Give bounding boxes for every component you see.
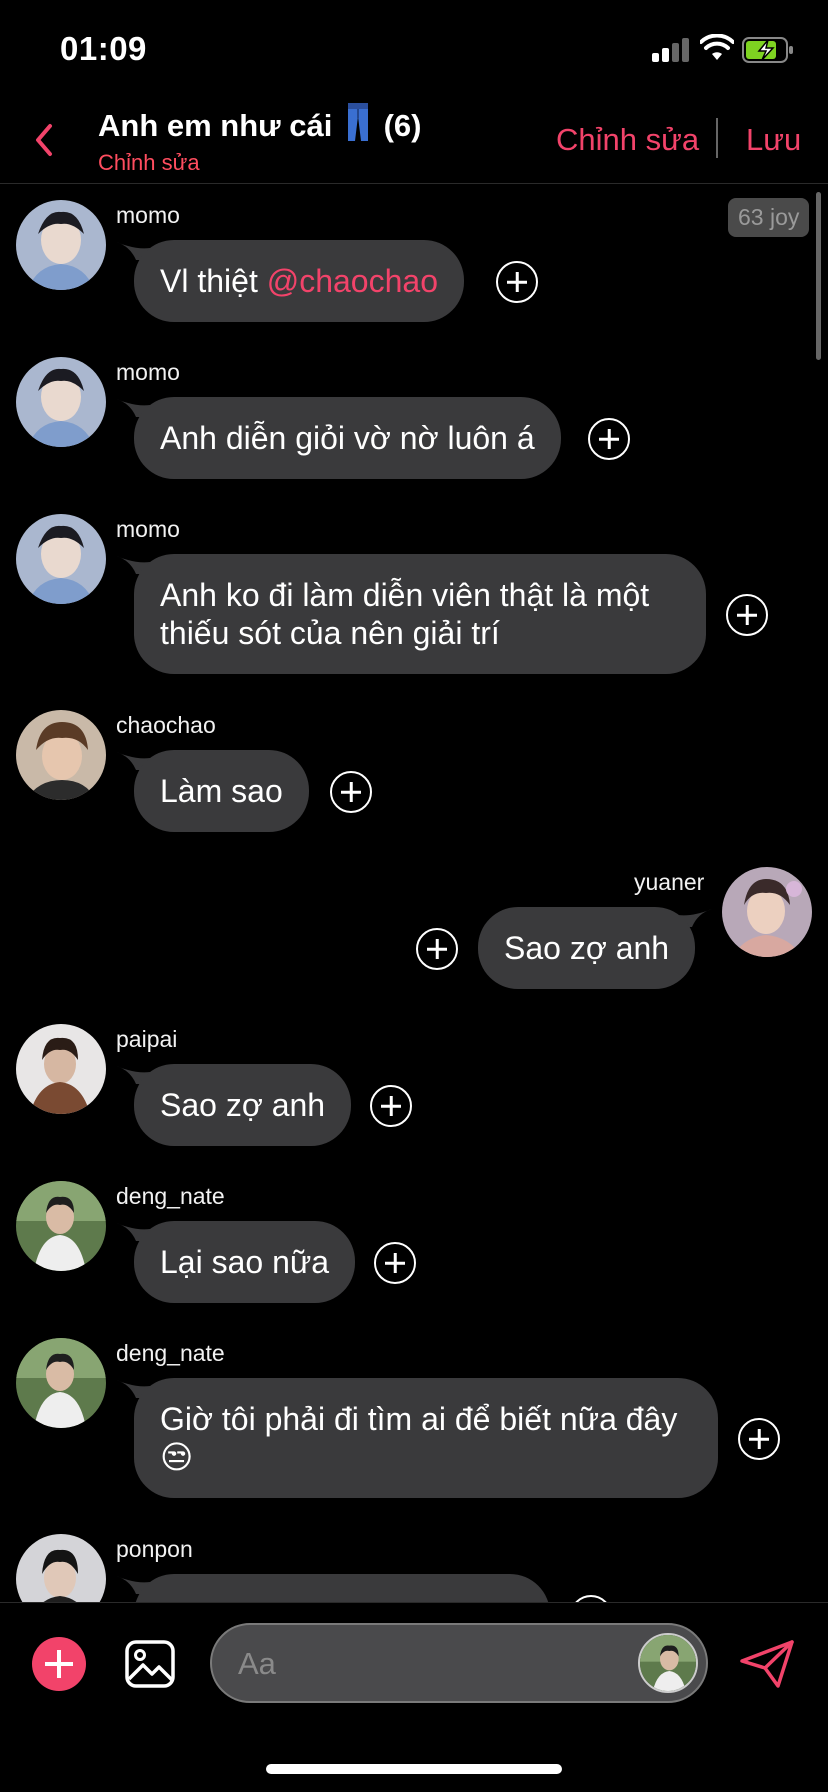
sender-name: deng_nate <box>116 1183 225 1209</box>
avatar[interactable] <box>16 1181 106 1271</box>
message-bubble[interactable]: Giờ tôi phải đi tìm ai để biết nữa đây 😒 <box>134 1378 718 1498</box>
avatar[interactable] <box>722 867 812 957</box>
add-reaction-button[interactable] <box>726 594 768 636</box>
message-text: Lại sao nữa <box>160 1244 330 1280</box>
message-input-wrapper <box>210 1623 708 1703</box>
message-bubble[interactable] <box>134 1574 550 1602</box>
message-text-line: Giờ tôi phải đi tìm ai để biết nữa đây <box>160 1401 678 1437</box>
message-bubble[interactable]: Anh ko đi làm diễn viên thật là một thiế… <box>134 554 706 674</box>
save-button[interactable]: Lưu <box>746 122 801 158</box>
jeans-icon <box>347 103 368 141</box>
edit-button[interactable]: Chỉnh sửa <box>556 122 699 158</box>
sender-name: deng_nate <box>116 1340 225 1366</box>
add-reaction-button[interactable] <box>496 261 538 303</box>
image-icon[interactable] <box>124 1639 176 1689</box>
message-text-line: thiếu sót của nên giải trí <box>160 615 500 651</box>
message-bubble[interactable]: Làm sao <box>134 750 309 832</box>
message-bubble[interactable]: Lại sao nữa <box>134 1221 356 1303</box>
status-bar: 01:09 <box>0 0 828 96</box>
avatar[interactable] <box>16 200 106 290</box>
add-reaction-button[interactable] <box>416 928 458 970</box>
chat-subtitle[interactable]: Chỉnh sửa <box>98 150 200 176</box>
message-text: Sao zợ anh <box>160 1087 326 1123</box>
chat-title: Anh em như cái (6) <box>98 102 421 144</box>
wifi-icon <box>700 34 734 60</box>
message-text: Anh diễn giỏi vờ nờ luôn á <box>160 420 535 456</box>
home-indicator <box>266 1764 562 1774</box>
add-reaction-button[interactable] <box>570 1595 612 1602</box>
message-text: Vl thiệt <box>160 263 267 299</box>
chat-screen: 01:09 Anh em như cái (6) Chỉnh sửa Chỉnh… <box>0 0 828 1792</box>
sender-name: momo <box>116 359 180 385</box>
chat-header: Anh em như cái (6) Chỉnh sửa Chỉnh sửa L… <box>0 96 828 184</box>
add-reaction-button[interactable] <box>588 418 630 460</box>
send-icon[interactable] <box>738 1639 796 1689</box>
sender-name: momo <box>116 202 180 228</box>
message-bubble[interactable]: Vl thiệt @chaochao <box>134 240 464 322</box>
scrollbar[interactable] <box>816 192 821 360</box>
message-text: Sao zợ anh <box>504 930 670 966</box>
sender-name: paipai <box>116 1026 178 1052</box>
message-input[interactable] <box>238 1639 618 1689</box>
status-time: 01:09 <box>60 30 147 67</box>
add-attachment-button[interactable] <box>32 1637 86 1691</box>
add-reaction-button[interactable] <box>738 1418 780 1460</box>
message-text: Làm sao <box>160 773 283 809</box>
cellular-signal-icon <box>652 38 690 62</box>
message-text-line: Anh ko đi làm diễn viên thật là một <box>160 577 650 613</box>
message-bubble[interactable]: Anh diễn giỏi vờ nờ luôn á <box>134 397 561 479</box>
add-reaction-button[interactable] <box>370 1085 412 1127</box>
message-composer <box>0 1602 828 1722</box>
sender-name: ponpon <box>116 1536 193 1562</box>
joy-badge: 63 joy <box>728 198 810 237</box>
back-chevron-icon[interactable] <box>22 112 66 168</box>
message-bubble[interactable]: Sao zợ anh <box>134 1064 352 1146</box>
add-reaction-button[interactable] <box>374 1242 416 1284</box>
avatar[interactable] <box>16 1338 106 1428</box>
sender-name: momo <box>116 516 180 542</box>
add-reaction-button[interactable] <box>330 771 372 813</box>
input-avatar[interactable] <box>638 1633 698 1693</box>
avatar[interactable] <box>16 1024 106 1114</box>
chat-title-text: Anh em như cái <box>98 108 333 143</box>
message-bubble[interactable]: Sao zợ anh <box>478 907 696 989</box>
emoji-unamused: 😒 <box>160 1439 194 1475</box>
avatar[interactable] <box>16 1534 106 1602</box>
battery-charging-icon <box>742 37 793 63</box>
mention-link[interactable]: @chaochao <box>267 263 438 299</box>
avatar[interactable] <box>16 514 106 604</box>
header-divider <box>716 118 718 158</box>
avatar[interactable] <box>16 710 106 800</box>
message-list[interactable]: 63 joy momo Vl thiệt @chaochao momo Anh … <box>0 184 828 1602</box>
sender-name: chaochao <box>116 712 216 738</box>
avatar[interactable] <box>16 357 106 447</box>
member-count: (6) <box>383 108 422 143</box>
sender-name: yuaner <box>634 869 705 895</box>
